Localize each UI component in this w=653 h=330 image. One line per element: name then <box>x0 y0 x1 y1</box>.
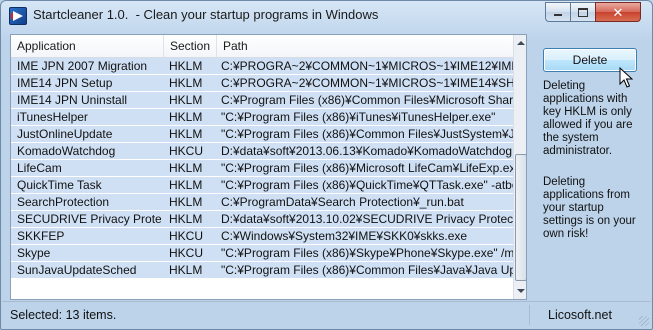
app-cell: JustOnlineUpdate <box>17 127 113 141</box>
startup-list[interactable]: Application Section Path IME JPN 2007 Mi… <box>10 34 527 300</box>
section-cell: HKCU <box>169 144 204 158</box>
path-cell: D:¥data¥soft¥2013.06.13¥Komado¥KomadoWat… <box>221 144 513 158</box>
table-row[interactable]: Skype HKCU "C:¥Program Files (x86)¥Skype¥P… <box>11 245 513 262</box>
table-row[interactable]: SKKFEP HKCU C:¥Windows¥System32¥IME¥SKK0¥s… <box>11 228 513 245</box>
scroll-down-button[interactable] <box>514 283 526 299</box>
section-cell: HKLM <box>169 110 203 124</box>
path-cell: "C:¥Program Files (x86)¥Common Files¥Jav… <box>221 263 513 277</box>
vertical-scrollbar[interactable] <box>513 35 526 299</box>
path-cell: "C:¥Program Files (x86)¥Microsoft LifeCa… <box>221 161 513 175</box>
close-button[interactable]: ✕ <box>595 2 641 22</box>
path-cell: C:¥Windows¥System32¥IME¥SKK0¥skks.exe <box>221 229 468 243</box>
selection-count: Selected: 13 items. <box>10 308 117 322</box>
scroll-up-button[interactable] <box>514 35 526 51</box>
section-cell: HKLM <box>169 178 203 192</box>
table-row[interactable]: IME JPN 2007 Migration HKLM C:¥PROGRA~2¥CO… <box>11 58 513 75</box>
column-header-application[interactable]: Application <box>11 35 163 57</box>
table-row[interactable]: LifeCam HKLM "C:¥Program Files (x86)¥Micro… <box>11 160 513 177</box>
column-header-path[interactable]: Path <box>216 35 513 57</box>
app-cell: KomadoWatchdog <box>17 144 116 158</box>
close-icon: ✕ <box>612 4 624 20</box>
window-title: Startcleaner 1.0. - Clean your startup p… <box>33 7 379 22</box>
app-cell: IME JPN 2007 Migration <box>17 59 148 73</box>
maximize-icon <box>578 7 588 17</box>
section-cell: HKLM <box>169 59 203 73</box>
arrow-down-icon <box>516 289 525 293</box>
section-cell: HKLM <box>169 127 203 141</box>
table-row[interactable]: QuickTime Task HKLM "C:¥Program Files (x86… <box>11 177 513 194</box>
app-cell: LifeCam <box>17 161 62 175</box>
section-cell: HKLM <box>169 76 203 90</box>
scroll-thumb[interactable] <box>515 154 526 281</box>
hklm-warning-text: Deleting applications with key HKLM is o… <box>543 80 633 157</box>
section-cell: HKCU <box>169 229 204 243</box>
app-cell: SECUDRIVE Privacy Protec... <box>17 212 161 226</box>
status-bar: Selected: 13 items. Licosoft.net <box>2 301 651 328</box>
startcleaner-app-icon[interactable] <box>9 7 27 25</box>
app-window: Startcleaner 1.0. - Clean your startup p… <box>0 0 653 330</box>
app-cell: SKKFEP <box>17 229 65 243</box>
table-row[interactable]: SearchProtection HKLM C:¥ProgramData¥Searc… <box>11 194 513 211</box>
maximize-button[interactable] <box>570 2 596 22</box>
column-header-section[interactable]: Section <box>163 35 216 57</box>
risk-warning-text: Deleting applications from your startup … <box>543 176 636 240</box>
section-cell: HKLM <box>169 93 203 107</box>
path-cell: C:¥PROGRA~2¥COMMON~1¥MICROS~1¥IME12¥IMEJ… <box>221 59 513 73</box>
table-row[interactable]: IME14 JPN Setup HKLM C:¥PROGRA~2¥COMMON~1¥… <box>11 75 513 92</box>
section-cell: HKCU <box>169 246 204 260</box>
path-cell: C:¥PROGRA~2¥COMMON~1¥MICROS~1¥IME14¥SHAR… <box>221 76 513 90</box>
path-cell: "C:¥Program Files (x86)¥iTunes¥iTunesHel… <box>221 110 496 124</box>
title-bar[interactable]: Startcleaner 1.0. - Clean your startup p… <box>1 1 652 29</box>
table-row[interactable]: SunJavaUpdateSched HKLM "C:¥Program Files … <box>11 262 513 279</box>
table-row[interactable]: JustOnlineUpdate HKLM "C:¥Program Files (x… <box>11 126 513 143</box>
list-header: Application Section Path <box>11 35 513 58</box>
app-cell: Skype <box>17 246 51 260</box>
table-row[interactable]: SECUDRIVE Privacy Protec... HKLM D:¥data¥s… <box>11 211 513 228</box>
app-cell: IME14 JPN Uninstall <box>17 93 128 107</box>
path-cell: C:¥Program Files (x86)¥Common Files¥Micr… <box>221 93 513 107</box>
section-cell: HKLM <box>169 161 203 175</box>
table-row[interactable]: iTunesHelper HKLM "C:¥Program Files (x86)¥… <box>11 109 513 126</box>
path-cell: "C:¥Program Files (x86)¥Common Files¥Jus… <box>221 127 513 141</box>
app-cell: IME14 JPN Setup <box>17 76 113 90</box>
minimize-icon <box>554 14 562 16</box>
section-cell: HKLM <box>169 263 203 277</box>
resize-grip-icon[interactable] <box>639 316 649 326</box>
list-rows: IME JPN 2007 Migration HKLM C:¥PROGRA~2¥CO… <box>11 58 513 279</box>
app-cell: iTunesHelper <box>17 110 88 124</box>
path-cell: C:¥ProgramData¥Search Protection¥_run.ba… <box>221 195 464 209</box>
path-cell: "C:¥Program Files (x86)¥Skype¥Phone¥Skyp… <box>221 246 513 260</box>
licosoft-link[interactable]: Licosoft.net <box>548 308 612 322</box>
table-row[interactable]: KomadoWatchdog HKCU D:¥data¥soft¥2013.06.1… <box>11 143 513 160</box>
app-cell: SunJavaUpdateSched <box>17 263 137 277</box>
path-cell: D:¥data¥soft¥2013.10.02¥SECUDRIVE Privac… <box>221 212 513 226</box>
path-cell: "C:¥Program Files (x86)¥QuickTime¥QTTask… <box>221 178 513 192</box>
section-cell: HKLM <box>169 212 203 226</box>
section-cell: HKLM <box>169 195 203 209</box>
minimize-button[interactable] <box>545 2 571 22</box>
table-row[interactable]: IME14 JPN Uninstall HKLM C:¥Program Files … <box>11 92 513 109</box>
app-cell: SearchProtection <box>17 195 110 209</box>
app-cell: QuickTime Task <box>17 178 102 192</box>
arrow-up-icon <box>516 41 525 45</box>
status-divider <box>529 305 530 325</box>
